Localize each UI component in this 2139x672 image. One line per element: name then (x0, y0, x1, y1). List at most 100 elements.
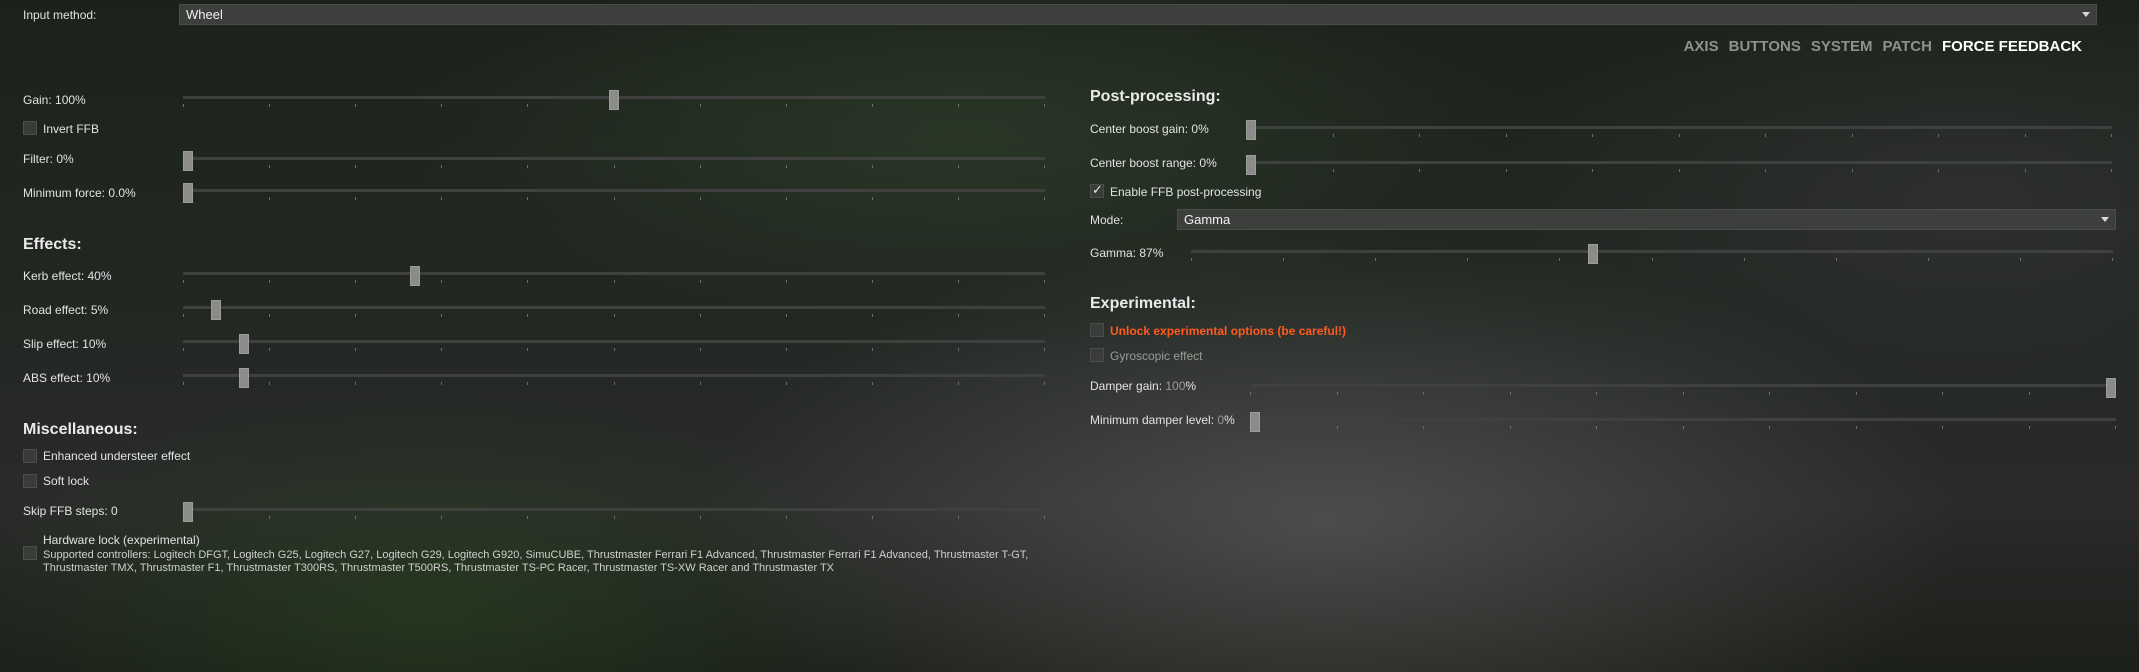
hardware-lock-checkbox[interactable] (23, 546, 37, 560)
slider-thumb[interactable] (1250, 412, 1260, 432)
tab-force-feedback[interactable]: FORCE FEEDBACK (1942, 38, 2082, 55)
slider-tick (1419, 169, 1420, 172)
center-boost-range-slider[interactable] (1246, 155, 2112, 177)
unlock-experimental-checkbox[interactable] (1090, 323, 1104, 337)
slider-tick (1942, 392, 1943, 395)
gain-slider[interactable] (183, 90, 1045, 112)
skip-ffb-steps-slider[interactable] (183, 502, 1045, 524)
slider-tick (1938, 134, 1939, 137)
slider-tick (1679, 169, 1680, 172)
kerb-effect-label: Kerb effect: 40% (23, 269, 112, 283)
slider-tick (872, 348, 873, 351)
slider-tick (1679, 134, 1680, 137)
minimum-damper-slider[interactable] (1250, 412, 2116, 434)
damper-gain-label: Damper gain: 100% (1090, 379, 1196, 393)
abs-effect-slider[interactable] (183, 368, 1045, 390)
mode-select[interactable]: Gamma (1177, 209, 2116, 230)
gyroscopic-effect-checkbox[interactable] (1090, 348, 1104, 362)
slider-thumb[interactable] (609, 90, 619, 110)
slider-thumb[interactable] (1246, 120, 1256, 140)
slider-tick (1769, 426, 1770, 429)
enhanced-understeer-checkbox[interactable] (23, 449, 37, 463)
slider-track[interactable] (183, 340, 1045, 343)
tab-axis[interactable]: AXIS (1684, 38, 1719, 55)
slider-tick (269, 348, 270, 351)
tab-buttons[interactable]: BUTTONS (1729, 38, 1801, 55)
invert-ffb-label: Invert FFB (43, 122, 100, 136)
slider-thumb[interactable] (2106, 378, 2116, 398)
slider-thumb[interactable] (239, 334, 249, 354)
slider-tick (441, 104, 442, 107)
effects-heading: Effects: (23, 236, 82, 253)
slider-track[interactable] (1250, 418, 2116, 421)
invert-ffb-checkbox[interactable] (23, 121, 37, 135)
slider-tick (1856, 392, 1857, 395)
center-boost-gain-slider[interactable] (1246, 120, 2112, 142)
slider-track[interactable] (1191, 250, 2113, 253)
slider-tick (269, 165, 270, 168)
minimum-damper-label-prefix: Minimum damper level: (1090, 413, 1218, 427)
slider-tick (183, 382, 184, 385)
slider-tick (872, 280, 873, 283)
slider-track[interactable] (183, 508, 1045, 511)
slider-track[interactable] (1246, 161, 2112, 164)
kerb-effect-slider[interactable] (183, 266, 1045, 288)
slider-tick (786, 348, 787, 351)
slider-track[interactable] (183, 189, 1045, 192)
slider-tick (700, 280, 701, 283)
slider-tick (786, 197, 787, 200)
road-effect-label: Road effect: 5% (23, 303, 109, 317)
abs-effect-label: ABS effect: 10% (23, 371, 111, 385)
slider-tick (1559, 258, 1560, 261)
slider-tick (269, 314, 270, 317)
slider-track[interactable] (183, 306, 1045, 309)
slider-tick (1337, 392, 1338, 395)
slider-tick (269, 280, 270, 283)
slider-tick (1044, 197, 1045, 200)
slider-thumb[interactable] (1246, 155, 1256, 175)
slider-thumb[interactable] (410, 266, 420, 286)
slider-track[interactable] (183, 272, 1045, 275)
slider-thumb[interactable] (1588, 244, 1598, 264)
slider-thumb[interactable] (183, 151, 193, 171)
slider-tick (1044, 165, 1045, 168)
tab-patch[interactable]: PATCH (1883, 38, 1932, 55)
slider-tick (700, 348, 701, 351)
slider-tick (1765, 169, 1766, 172)
enable-post-processing-checkbox[interactable] (1090, 182, 1104, 198)
slider-tick (1683, 392, 1684, 395)
damper-gain-label-prefix: Damper gain: (1090, 379, 1166, 393)
gamma-slider[interactable] (1191, 244, 2113, 266)
slider-tick (527, 280, 528, 283)
slider-tick (786, 516, 787, 519)
tab-system[interactable]: SYSTEM (1811, 38, 1873, 55)
soft-lock-checkbox[interactable] (23, 474, 37, 488)
slider-thumb[interactable] (239, 368, 249, 388)
road-effect-slider[interactable] (183, 300, 1045, 322)
slider-tick (958, 197, 959, 200)
input-method-select[interactable]: Wheel (179, 4, 2097, 25)
slip-effect-slider[interactable] (183, 334, 1045, 356)
slider-tick (786, 280, 787, 283)
slider-track[interactable] (183, 157, 1045, 160)
slider-track[interactable] (1250, 384, 2116, 387)
slider-tick (1852, 169, 1853, 172)
slider-track[interactable] (1246, 126, 2112, 129)
slider-thumb[interactable] (183, 183, 193, 203)
enhanced-understeer-label: Enhanced understeer effect (43, 449, 191, 463)
slider-tick (527, 314, 528, 317)
slider-tick (183, 104, 184, 107)
slider-tick (614, 165, 615, 168)
slider-tick (1191, 258, 1192, 261)
damper-gain-label-suffix: % (1185, 379, 1197, 393)
slider-thumb[interactable] (211, 300, 221, 320)
minimum-force-slider[interactable] (183, 183, 1045, 205)
slider-track[interactable] (183, 374, 1045, 377)
slider-thumb[interactable] (183, 502, 193, 522)
slider-tick (1596, 426, 1597, 429)
slider-tick (1044, 382, 1045, 385)
damper-gain-slider[interactable] (1250, 378, 2116, 400)
slider-tick (441, 197, 442, 200)
experimental-heading: Experimental: (1090, 295, 1196, 312)
filter-slider[interactable] (183, 151, 1045, 173)
